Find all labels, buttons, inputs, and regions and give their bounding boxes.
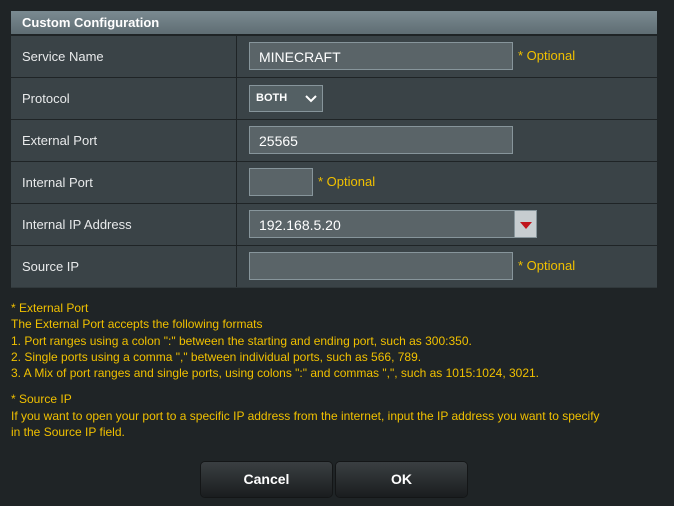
source-ip-optional: * Optional bbox=[518, 258, 576, 273]
external-port-note-1: 1. Port ranges using a colon ":" between… bbox=[11, 333, 472, 348]
triangle-down-icon bbox=[520, 222, 532, 229]
protocol-row: Protocol BOTH bbox=[11, 77, 657, 119]
external-port-row: External Port 25565 bbox=[11, 119, 657, 161]
internal-ip-dropdown-button[interactable] bbox=[514, 210, 537, 238]
source-ip-row: Source IP * Optional bbox=[11, 245, 657, 287]
chevron-down-icon bbox=[305, 95, 317, 103]
help-notes: * External Port The External Port accept… bbox=[11, 300, 661, 440]
external-port-label: External Port bbox=[11, 120, 237, 161]
external-port-input[interactable]: 25565 bbox=[249, 126, 513, 154]
source-ip-label: Source IP bbox=[11, 246, 237, 287]
external-port-note-intro: The External Port accepts the following … bbox=[11, 317, 263, 332]
protocol-value: BOTH bbox=[256, 92, 288, 104]
internal-port-input[interactable] bbox=[249, 168, 313, 196]
internal-port-label: Internal Port bbox=[11, 162, 237, 203]
source-ip-note-2: in the Source IP field. bbox=[11, 425, 125, 440]
external-port-note-title: * External Port bbox=[11, 301, 89, 315]
source-ip-note-1: If you want to open your port to a speci… bbox=[11, 408, 600, 423]
service-name-input[interactable]: MINECRAFT bbox=[249, 42, 513, 70]
internal-port-row: Internal Port * Optional bbox=[11, 161, 657, 203]
external-port-note-2: 2. Single ports using a comma "," betwee… bbox=[11, 349, 422, 364]
protocol-label: Protocol bbox=[11, 78, 237, 119]
panel-title: Custom Configuration bbox=[11, 11, 657, 35]
source-ip-note-title: * Source IP bbox=[11, 392, 72, 407]
service-name-label: Service Name bbox=[11, 36, 237, 77]
service-name-row: Service Name MINECRAFT * Optional bbox=[11, 35, 657, 77]
external-port-note-3: 3. A Mix of port ranges and single ports… bbox=[11, 366, 540, 381]
ok-button[interactable]: OK bbox=[336, 462, 467, 497]
cancel-button[interactable]: Cancel bbox=[201, 462, 332, 497]
internal-ip-label: Internal IP Address bbox=[11, 204, 237, 245]
custom-configuration-panel: Custom Configuration Service Name MINECR… bbox=[11, 11, 657, 288]
internal-port-optional: * Optional bbox=[318, 174, 376, 189]
service-name-optional: * Optional bbox=[518, 48, 576, 63]
internal-ip-input[interactable]: 192.168.5.20 bbox=[249, 210, 515, 238]
source-ip-input[interactable] bbox=[249, 252, 513, 280]
internal-ip-row: Internal IP Address 192.168.5.20 bbox=[11, 203, 657, 245]
protocol-select[interactable]: BOTH bbox=[249, 85, 323, 112]
